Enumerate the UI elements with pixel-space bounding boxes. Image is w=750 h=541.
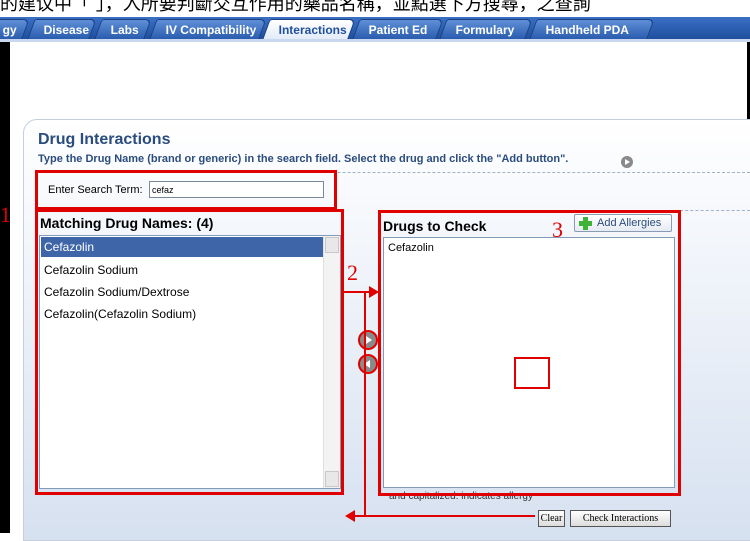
annotation-box-empty	[514, 357, 550, 389]
page-title: Drug Interactions	[38, 131, 171, 148]
play-icon[interactable]	[621, 156, 633, 168]
annotation-number-3: 3	[552, 217, 563, 242]
tab-formulary[interactable]: Formulary	[439, 19, 533, 39]
tab-patient-ed[interactable]: Patient Ed	[352, 19, 444, 39]
clear-button[interactable]: Clear	[538, 510, 565, 527]
annotation-number-1: 1	[0, 202, 11, 227]
annotation-bottom-line	[355, 515, 535, 517]
annotation-arrowhead	[369, 286, 379, 298]
annotation-box-matching	[35, 209, 344, 495]
tab-bar-underline	[0, 39, 750, 42]
annotation-box-check	[378, 210, 681, 496]
tab-disease[interactable]: Disease	[27, 19, 97, 39]
tab-interactions[interactable]: Interactions	[262, 19, 356, 39]
left-border	[0, 40, 10, 533]
annotation-number-2: 2	[347, 260, 358, 285]
check-interactions-button[interactable]: Check Interactions	[570, 510, 671, 527]
annotation-connector	[364, 291, 366, 516]
instructions-text: Type the Drug Name (brand or generic) in…	[38, 153, 569, 165]
annotation-box-search	[35, 170, 337, 210]
remove-drug-arrow-icon[interactable]	[358, 354, 378, 374]
tab-labs[interactable]: Labs	[94, 19, 152, 39]
divider-right	[680, 210, 750, 211]
tab-iv-compatibility[interactable]: IV Compatibility	[149, 19, 267, 39]
tab-handheld-pda[interactable]: Handheld PDA	[529, 19, 655, 39]
annotation-bottom-arrowhead	[345, 510, 355, 522]
add-drug-arrow-icon[interactable]	[358, 330, 378, 350]
annotation-arrow-line	[344, 291, 370, 293]
header-text: 的建议中「 」，入所要判斷交互作用的藥品名稱，並點選下方搜尋，之查詢	[0, 0, 591, 15]
